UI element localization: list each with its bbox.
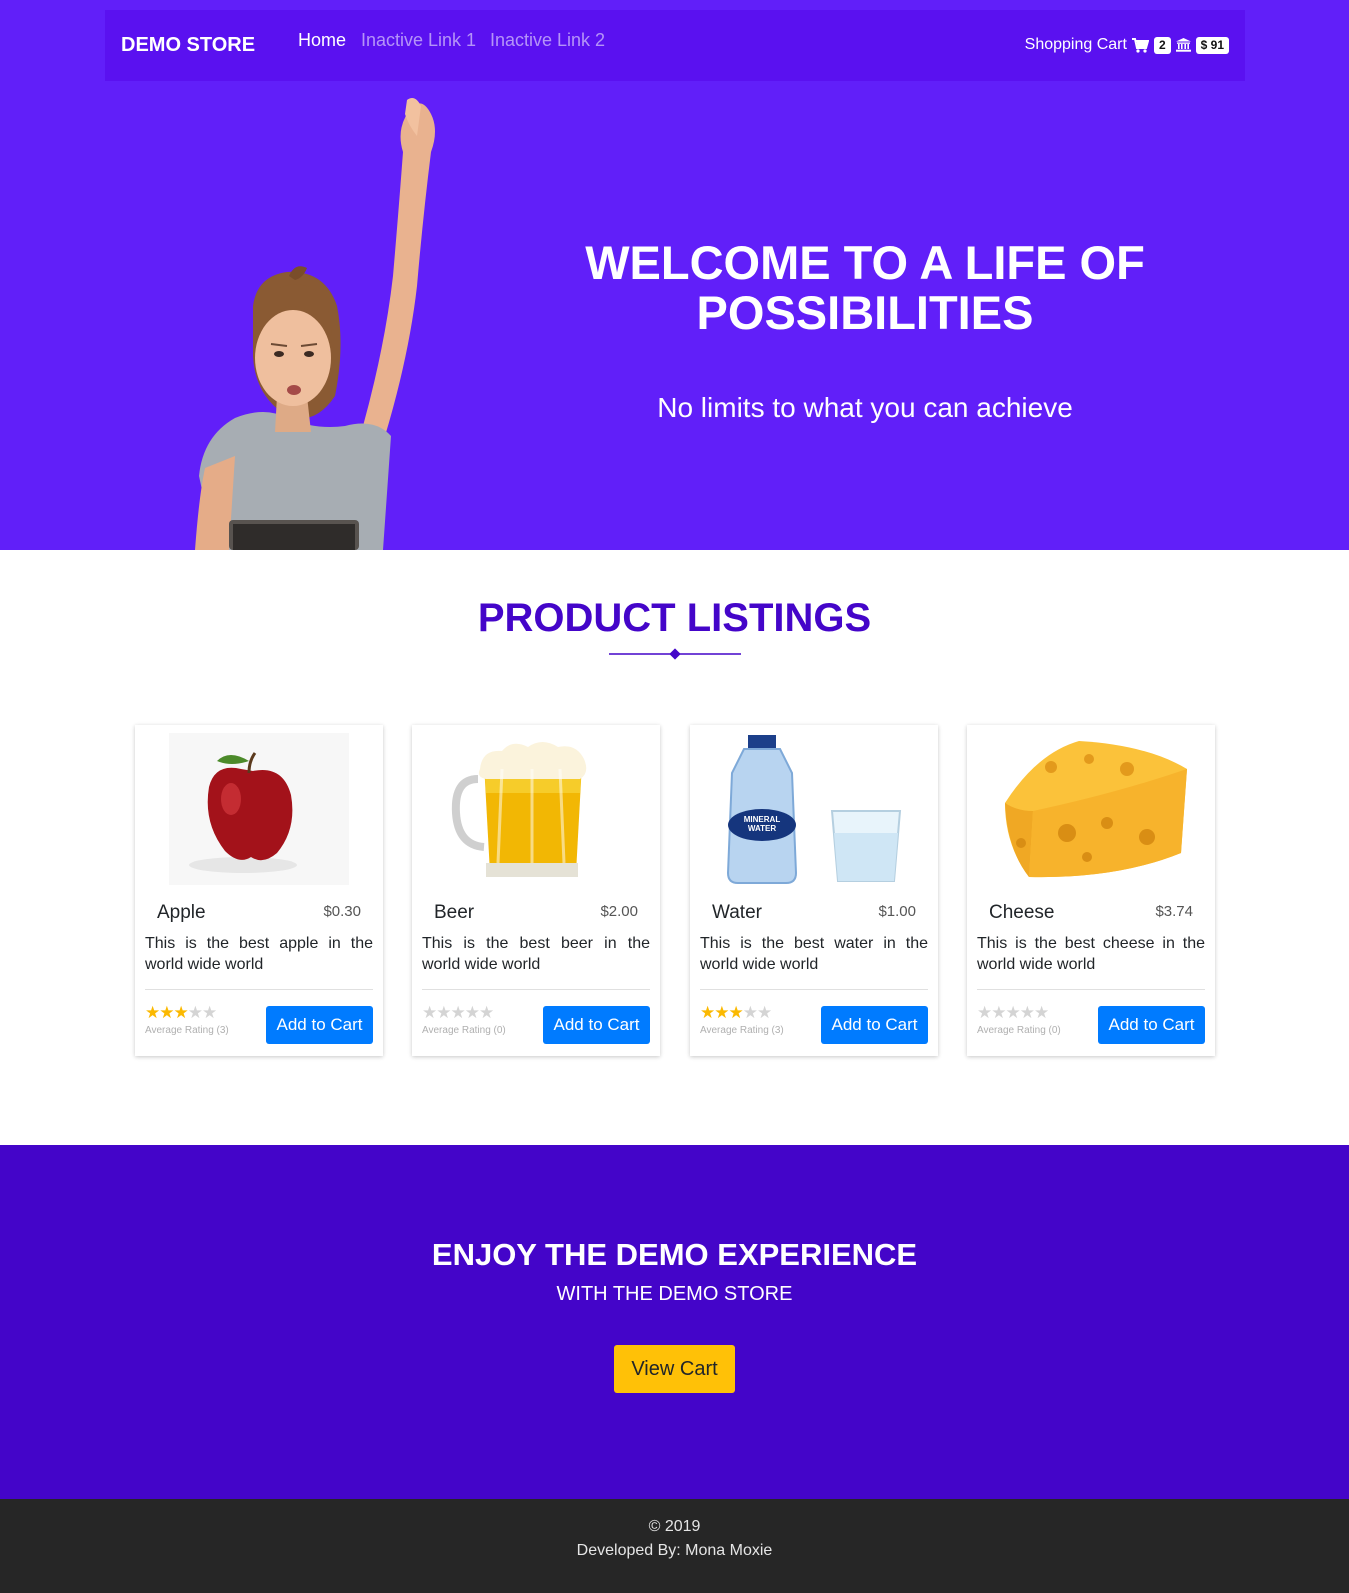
product-description: This is the best cheese in the world wid…: [977, 935, 1205, 973]
star-icon[interactable]: ★: [1034, 1003, 1049, 1022]
cta-section: ENJOY THE DEMO EXPERIENCE WITH THE DEMO …: [0, 1145, 1349, 1499]
star-rating[interactable]: ★★★★★: [422, 1003, 494, 1022]
average-rating-label: Average Rating (3): [700, 1025, 784, 1036]
card-divider: [422, 989, 650, 990]
product-card-cheese: Cheese $3.74 This is the best cheese in …: [967, 725, 1215, 1056]
product-price: $2.00: [600, 903, 638, 920]
add-to-cart-button[interactable]: Add to Cart: [266, 1006, 373, 1044]
card-divider: [145, 989, 373, 990]
star-icon[interactable]: ★: [479, 1003, 494, 1022]
bank-icon: [1175, 38, 1191, 52]
star-icon[interactable]: ★: [159, 1003, 174, 1022]
product-price: $3.74: [1155, 903, 1193, 920]
add-to-cart-button[interactable]: Add to Cart: [1098, 1006, 1205, 1044]
star-icon[interactable]: ★: [757, 1003, 772, 1022]
product-card-water: MINERAL WATER Water $1.00 This is the be…: [690, 725, 938, 1056]
product-description: This is the best apple in the world wide…: [145, 935, 373, 973]
product-price: $1.00: [878, 903, 916, 920]
product-price: $0.30: [323, 903, 361, 920]
star-icon[interactable]: ★: [1006, 1003, 1021, 1022]
beer-image: [451, 742, 587, 877]
apple-image: [169, 733, 349, 885]
add-to-cart-button[interactable]: Add to Cart: [821, 1006, 928, 1044]
product-name[interactable]: Beer: [434, 902, 474, 924]
star-icon[interactable]: ★: [700, 1003, 715, 1022]
star-icon[interactable]: ★: [743, 1003, 758, 1022]
product-name[interactable]: Cheese: [989, 902, 1055, 924]
product-name[interactable]: Water: [712, 902, 762, 924]
water-label-line-1: MINERAL: [744, 815, 781, 824]
product-name[interactable]: Apple: [157, 902, 206, 924]
hero-title: WELCOME TO A LIFE OF POSSIBILITIES: [585, 236, 1145, 339]
star-icon[interactable]: ★: [1020, 1003, 1035, 1022]
star-icon[interactable]: ★: [145, 1003, 160, 1022]
hero-subtitle: No limits to what you can achieve: [657, 392, 1073, 423]
star-icon[interactable]: ★: [451, 1003, 466, 1022]
star-icon[interactable]: ★: [991, 1003, 1006, 1022]
cheese-image: [1005, 741, 1187, 878]
star-rating[interactable]: ★★★★★: [977, 1003, 1049, 1022]
star-icon[interactable]: ★: [422, 1003, 437, 1022]
nav-link-inactive-2[interactable]: Inactive Link 2: [490, 30, 605, 51]
footer-copyright: © 2019: [648, 1518, 701, 1535]
card-divider: [700, 989, 928, 990]
hero-person-image: [195, 98, 435, 550]
balance-badge: $ 91: [1195, 36, 1229, 54]
navbar: DEMO STORE Home Inactive Link 1 Inactive…: [105, 10, 1245, 81]
star-icon[interactable]: ★: [714, 1003, 729, 1022]
cta-subtitle: WITH THE DEMO STORE: [556, 1283, 793, 1305]
product-listings-title: PRODUCT LISTINGS: [477, 596, 872, 640]
star-rating[interactable]: ★★★★★: [700, 1003, 772, 1022]
star-icon[interactable]: ★: [188, 1003, 203, 1022]
brand-logo[interactable]: DEMO STORE: [121, 34, 255, 57]
star-icon[interactable]: ★: [174, 1003, 189, 1022]
footer: © 2019 Developed By: Mona Moxie: [0, 1499, 1349, 1593]
product-card-beer: Beer $2.00 This is the best beer in the …: [412, 725, 660, 1056]
star-icon[interactable]: ★: [465, 1003, 480, 1022]
product-card-apple: Apple $0.30 This is the best apple in th…: [135, 725, 383, 1056]
nav-link-inactive-1[interactable]: Inactive Link 1: [361, 30, 476, 51]
footer-credit: Developed By: Mona Moxie: [576, 1542, 773, 1559]
view-cart-button[interactable]: View Cart: [614, 1345, 735, 1393]
card-divider: [977, 989, 1205, 990]
product-description: This is the best water in the world wide…: [700, 935, 928, 973]
product-description: This is the best beer in the world wide …: [422, 935, 650, 973]
cart-count-badge: 2: [1153, 36, 1171, 54]
shopping-cart-link[interactable]: Shopping Cart 2 $ 91: [1025, 36, 1229, 54]
star-icon[interactable]: ★: [436, 1003, 451, 1022]
shopping-cart-icon: [1131, 37, 1149, 53]
star-rating[interactable]: ★★★★★: [145, 1003, 217, 1022]
shopping-cart-label: Shopping Cart: [1024, 36, 1127, 53]
average-rating-label: Average Rating (0): [422, 1025, 506, 1036]
nav-link-home[interactable]: Home: [298, 30, 346, 51]
add-to-cart-button[interactable]: Add to Cart: [543, 1006, 650, 1044]
title-divider: [609, 648, 741, 660]
star-icon[interactable]: ★: [729, 1003, 744, 1022]
water-image: MINERAL WATER: [726, 735, 902, 884]
hero-section: DEMO STORE Home Inactive Link 1 Inactive…: [0, 0, 1349, 550]
water-label-line-2: WATER: [748, 824, 777, 833]
star-icon[interactable]: ★: [202, 1003, 217, 1022]
average-rating-label: Average Rating (3): [145, 1025, 229, 1036]
star-icon[interactable]: ★: [977, 1003, 992, 1022]
average-rating-label: Average Rating (0): [977, 1025, 1061, 1036]
cta-title: ENJOY THE DEMO EXPERIENCE: [431, 1237, 918, 1272]
